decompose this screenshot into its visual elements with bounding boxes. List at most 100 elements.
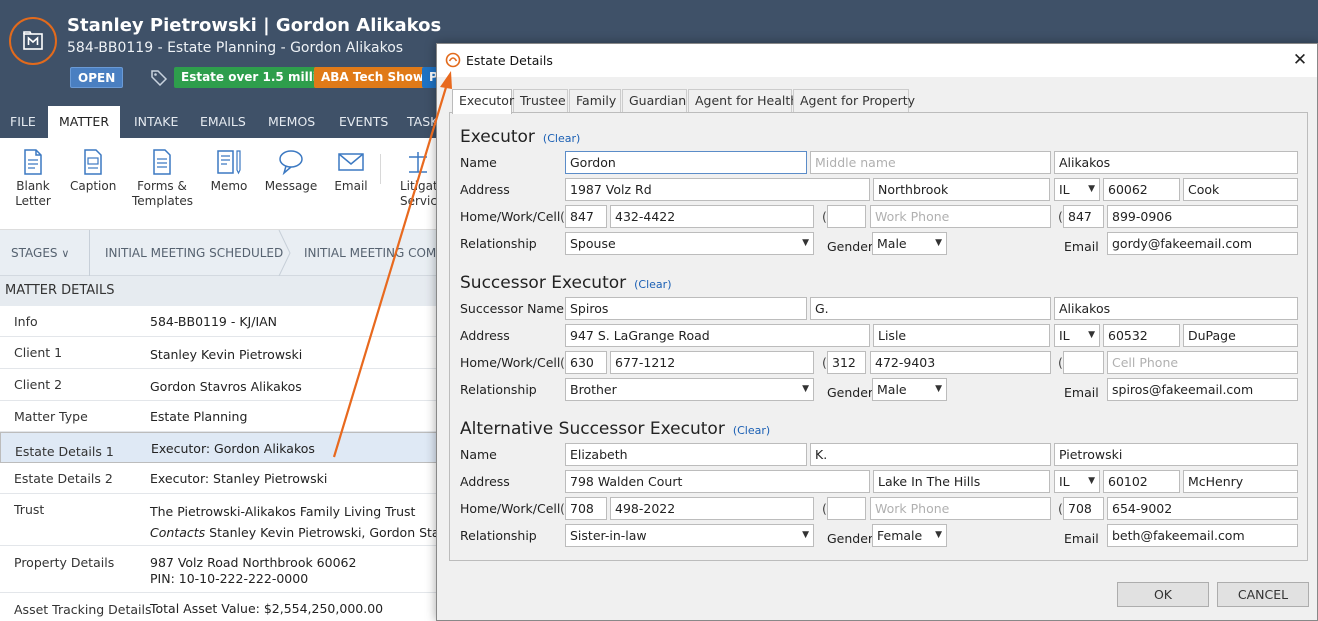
- folder-m-icon: [23, 31, 43, 50]
- home-area-field[interactable]: 847: [565, 205, 607, 228]
- envelope-icon: [338, 153, 364, 171]
- email-button[interactable]: Email: [332, 148, 370, 194]
- matter-logo-icon[interactable]: [9, 17, 57, 65]
- detail-key: Matter Type: [14, 409, 88, 424]
- home-area-field[interactable]: 630: [565, 351, 607, 374]
- detail-value: Estate Planning: [150, 409, 248, 424]
- work-area-field[interactable]: [827, 205, 866, 228]
- tab-intake[interactable]: INTAKE: [134, 106, 178, 138]
- cell-phone-field[interactable]: Cell Phone: [1107, 351, 1298, 374]
- email-field[interactable]: beth@fakeemail.com: [1107, 524, 1298, 547]
- cancel-button[interactable]: CANCEL: [1217, 582, 1309, 607]
- email-field[interactable]: gordy@fakeemail.com: [1107, 232, 1298, 255]
- first-name-field[interactable]: Gordon: [565, 151, 807, 174]
- email-field[interactable]: spiros@fakeemail.com: [1107, 378, 1298, 401]
- cell-area-field[interactable]: 708: [1063, 497, 1104, 520]
- detail-key: Trust: [14, 502, 45, 517]
- relationship-label: Relationship: [460, 382, 537, 397]
- gender-select[interactable]: Male ▼: [872, 378, 947, 401]
- forms-templates-button[interactable]: Forms & Templates: [132, 148, 193, 209]
- cell-phone-field[interactable]: 654-9002: [1107, 497, 1298, 520]
- gender-select[interactable]: Male ▼: [872, 232, 947, 255]
- home-phone-field[interactable]: 498-2022: [610, 497, 814, 520]
- county-field[interactable]: McHenry: [1183, 470, 1298, 493]
- last-name-field[interactable]: Alikakos: [1054, 297, 1298, 320]
- tab-executor[interactable]: Executor: [452, 89, 514, 114]
- home-phone-field[interactable]: 677-1212: [610, 351, 814, 374]
- tab-matter[interactable]: MATTER: [48, 106, 120, 138]
- work-area-field[interactable]: 312: [827, 351, 866, 374]
- tab-events[interactable]: EVENTS: [339, 106, 388, 138]
- county-field[interactable]: DuPage: [1183, 324, 1298, 347]
- tag-icon[interactable]: [150, 68, 168, 86]
- zip-field[interactable]: 60102: [1103, 470, 1180, 493]
- detail-key: Estate Details 1: [15, 444, 114, 459]
- blank-letter-button[interactable]: Blank Letter: [12, 148, 54, 209]
- tag-badge-aba[interactable]: ABA Tech Show: [314, 67, 431, 88]
- tab-tasks[interactable]: TASK: [407, 106, 438, 138]
- contacts-label: Contacts: [150, 525, 206, 540]
- stages-dropdown[interactable]: STAGES ∨: [11, 230, 69, 276]
- stage-item-completed[interactable]: INITIAL MEETING COMPL: [304, 230, 450, 276]
- zip-field[interactable]: 60062: [1103, 178, 1180, 201]
- home-area-field[interactable]: 708: [565, 497, 607, 520]
- relationship-select[interactable]: Brother ▼: [565, 378, 814, 401]
- city-field[interactable]: Lisle: [873, 324, 1050, 347]
- address-label: Address: [460, 328, 510, 343]
- tab-agent-property[interactable]: Agent for Property: [793, 89, 915, 113]
- clear-link[interactable]: (Clear): [733, 424, 770, 437]
- section-title-text: Alternative Successor Executor: [460, 419, 725, 439]
- last-name-field[interactable]: Pietrowski: [1054, 443, 1298, 466]
- relationship-select[interactable]: Sister-in-law ▼: [565, 524, 814, 547]
- cell-area-field[interactable]: 847: [1063, 205, 1104, 228]
- gender-value: Female: [877, 528, 923, 543]
- street-field[interactable]: 798 Walden Court: [565, 470, 870, 493]
- tab-emails[interactable]: EMAILS: [200, 106, 246, 138]
- middle-name-field[interactable]: Middle name: [810, 151, 1051, 174]
- cell-phone-field[interactable]: 899-0906: [1107, 205, 1298, 228]
- message-button[interactable]: Message: [264, 148, 318, 194]
- middle-name-field[interactable]: K.: [810, 443, 1051, 466]
- work-phone-field[interactable]: Work Phone: [870, 205, 1051, 228]
- street-field[interactable]: 1987 Volz Rd: [565, 178, 870, 201]
- gender-label: Gender: [827, 239, 874, 254]
- state-select[interactable]: IL ▼: [1054, 470, 1100, 493]
- relationship-select[interactable]: Spouse ▼: [565, 232, 814, 255]
- tab-guardian[interactable]: Guardian: [622, 89, 687, 113]
- first-name-field[interactable]: Spiros: [565, 297, 807, 320]
- last-name-field[interactable]: Alikakos: [1054, 151, 1298, 174]
- zip-field[interactable]: 60532: [1103, 324, 1180, 347]
- detail-value-contacts: Contacts Stanley Kevin Pietrowski, Gordo…: [150, 524, 466, 541]
- state-select[interactable]: IL ▼: [1054, 178, 1100, 201]
- middle-name-field[interactable]: G.: [810, 297, 1051, 320]
- tab-file[interactable]: FILE: [10, 106, 36, 138]
- work-phone-field[interactable]: 472-9403: [870, 351, 1051, 374]
- city-field[interactable]: Northbrook: [873, 178, 1050, 201]
- ok-button[interactable]: OK: [1117, 582, 1209, 607]
- state-select[interactable]: IL ▼: [1054, 324, 1100, 347]
- name-label: Name: [460, 155, 497, 170]
- litigation-services-button[interactable]: Litigati Service: [396, 148, 440, 209]
- county-field[interactable]: Cook: [1183, 178, 1298, 201]
- gender-select[interactable]: Female ▼: [872, 524, 947, 547]
- tab-family[interactable]: Family: [569, 89, 621, 113]
- tab-memos[interactable]: MEMOS: [268, 106, 315, 138]
- first-name-field[interactable]: Elizabeth: [565, 443, 807, 466]
- tab-trustee[interactable]: Trustee: [513, 89, 568, 113]
- clear-link[interactable]: (Clear): [634, 278, 671, 291]
- matter-title: Stanley Pietrowski | Gordon Alikakos: [67, 15, 442, 36]
- street-field[interactable]: 947 S. LaGrange Road: [565, 324, 870, 347]
- clear-link[interactable]: (Clear): [543, 132, 580, 145]
- work-phone-field[interactable]: Work Phone: [870, 497, 1051, 520]
- status-badge[interactable]: OPEN: [70, 67, 124, 88]
- home-phone-field[interactable]: 432-4422: [610, 205, 814, 228]
- close-icon[interactable]: ✕: [1289, 50, 1311, 70]
- work-area-field[interactable]: [827, 497, 866, 520]
- caption-button[interactable]: Caption: [70, 148, 116, 194]
- tab-agent-health[interactable]: Agent for Health: [688, 89, 798, 113]
- cell-area-field[interactable]: [1063, 351, 1104, 374]
- city-field[interactable]: Lake In The Hills: [873, 470, 1050, 493]
- memo-button[interactable]: Memo: [208, 148, 250, 194]
- stage-item-scheduled[interactable]: INITIAL MEETING SCHEDULED: [105, 230, 283, 276]
- chevron-down-icon: ∨: [61, 247, 70, 260]
